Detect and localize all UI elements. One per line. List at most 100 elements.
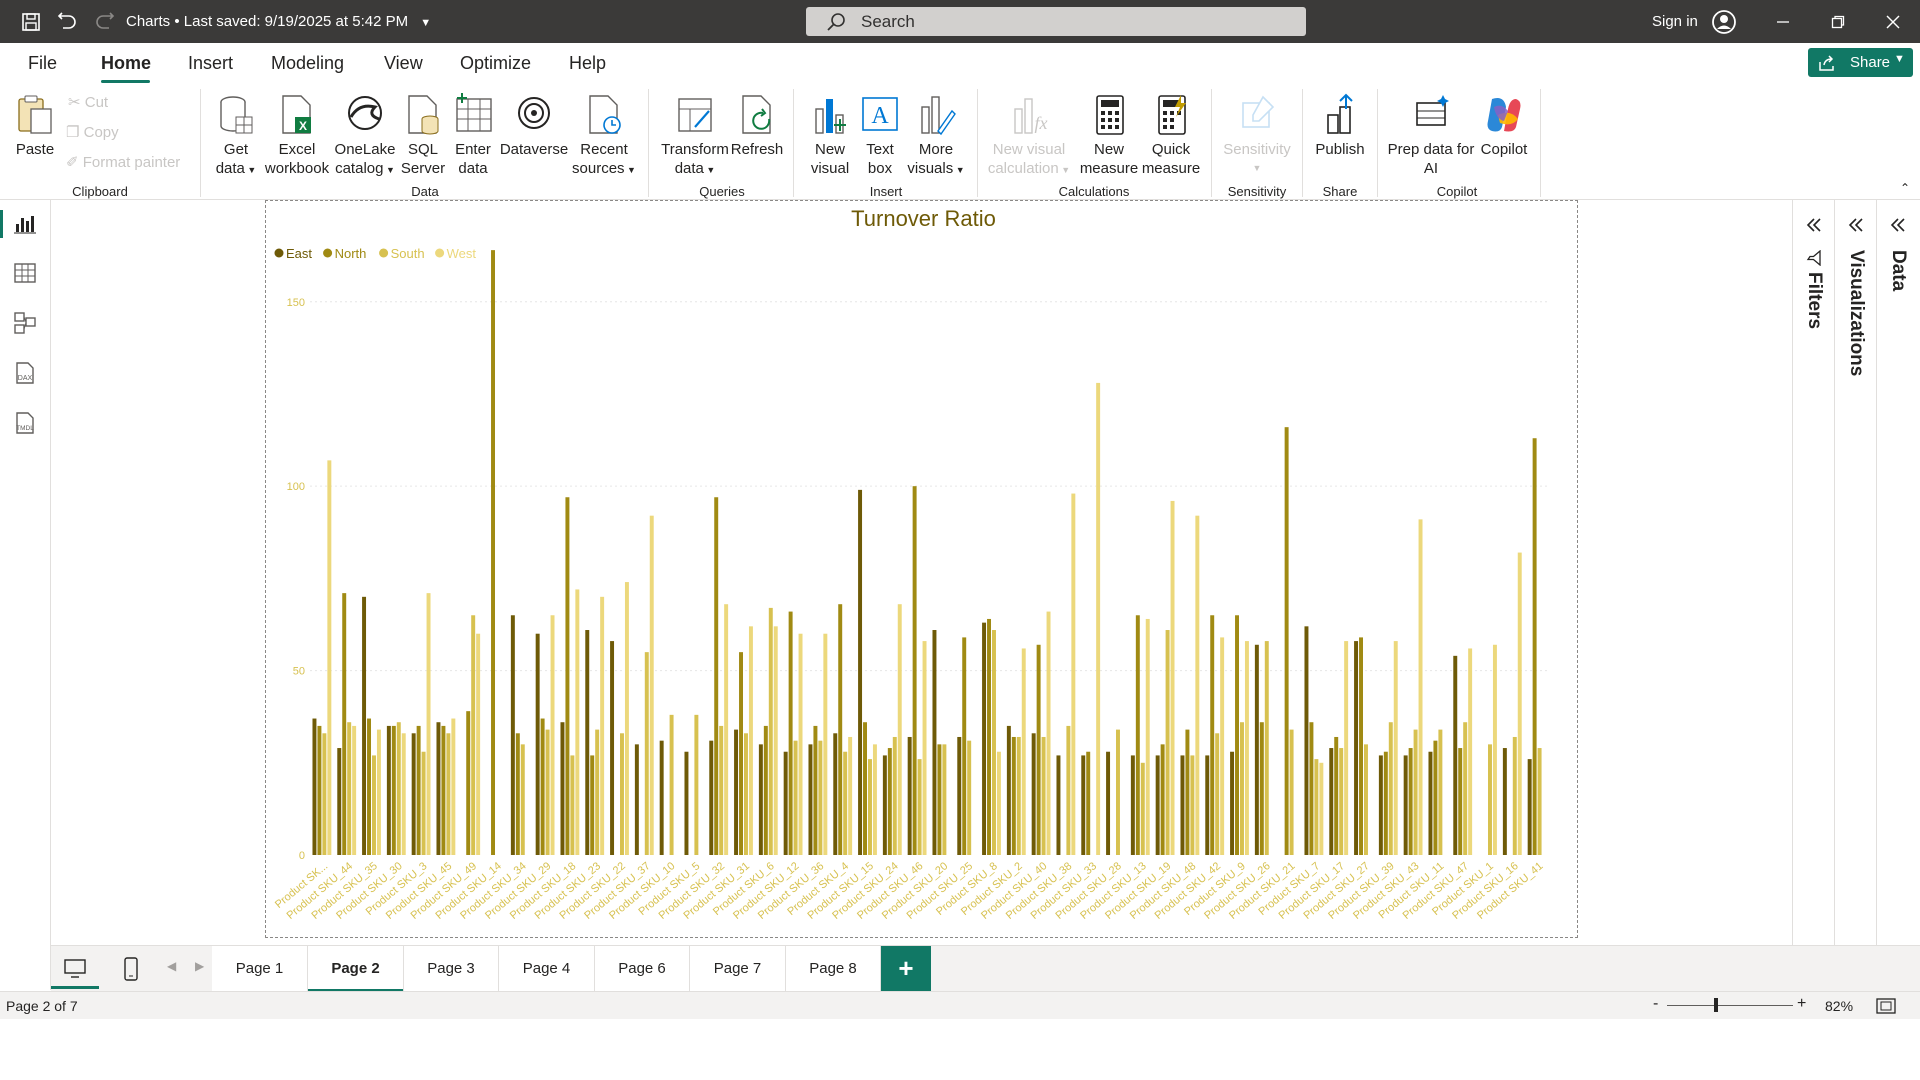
tmdl-view-icon[interactable]: TMDL <box>12 410 38 436</box>
zoom-slider-thumb[interactable] <box>1714 998 1718 1012</box>
chevron-down-icon[interactable]: ▼ <box>420 17 431 29</box>
undo-icon[interactable] <box>56 11 78 33</box>
page-tab-6[interactable]: Page 6 <box>595 946 690 992</box>
copy-button[interactable]: ❐ Copy <box>66 123 119 141</box>
recent-sources-button[interactable]: Recent sources ▼ <box>568 93 640 180</box>
new-measure-label-1: New <box>1093 141 1124 158</box>
zoom-out-icon[interactable]: - <box>1653 995 1658 1013</box>
page-tab-2[interactable]: Page 2 <box>308 946 404 992</box>
bar-east <box>709 740 714 855</box>
share-label: Share <box>1850 54 1891 71</box>
tab-insert[interactable]: Insert <box>188 53 233 74</box>
tab-modeling[interactable]: Modeling <box>271 53 344 74</box>
scroll-right-icon[interactable]: ▶ <box>195 959 204 973</box>
svg-text:TMDL: TMDL <box>16 425 34 432</box>
tab-file[interactable]: File <box>28 53 57 74</box>
enter-data-button[interactable]: Enter data <box>448 93 498 178</box>
page-tab-4[interactable]: Page 4 <box>499 946 595 992</box>
more-visuals-button[interactable]: More visuals ▼ <box>904 93 968 180</box>
fit-to-page-icon[interactable] <box>1876 998 1896 1014</box>
zoom-in-icon[interactable]: + <box>1797 995 1806 1013</box>
transform-label-2: data <box>674 160 704 177</box>
data-pane[interactable]: Data <box>1876 200 1920 945</box>
active-view-indicator <box>0 210 3 238</box>
bar-south <box>843 751 848 855</box>
minimize-button[interactable] <box>1760 0 1806 43</box>
more-visuals-label-1: More <box>918 141 954 158</box>
redo-icon[interactable] <box>94 11 116 33</box>
bar-north <box>739 652 743 855</box>
close-icon <box>1886 15 1900 28</box>
model-view-icon[interactable] <box>12 310 38 336</box>
bar-south <box>1215 733 1220 855</box>
visualizations-pane[interactable]: Visualizations <box>1834 200 1876 945</box>
bar-north <box>540 718 545 855</box>
save-icon[interactable] <box>20 11 42 33</box>
publish-button[interactable]: Publish <box>1310 93 1370 159</box>
quick-measure-button[interactable]: Quick measure <box>1140 93 1202 178</box>
page-tab-7[interactable]: Page 7 <box>690 946 786 992</box>
copilot-button[interactable]: Copilot <box>1476 93 1532 159</box>
prep-data-for-ai-button[interactable]: Prep data for AI <box>1386 93 1476 178</box>
page-tab-3[interactable]: Page 3 <box>404 946 499 992</box>
excel-workbook-button[interactable]: X Excel workbook <box>262 93 332 178</box>
bar-south <box>1264 641 1269 855</box>
transform-data-button[interactable]: Transform data ▼ <box>658 93 732 180</box>
visualizations-label: Visualizations <box>1846 250 1867 377</box>
bar-south <box>1339 748 1344 855</box>
new-visual-button[interactable]: New visual <box>805 93 855 178</box>
new-visual-calculation-button[interactable]: fx New visual calculation ▼ <box>986 93 1072 180</box>
bar-south <box>1512 736 1517 855</box>
expand-visualizations-icon[interactable] <box>1845 214 1867 236</box>
bar-west <box>748 626 753 855</box>
bar-south <box>1438 729 1443 855</box>
bar-east <box>783 751 788 855</box>
sign-in-link[interactable]: Sign in <box>1652 13 1698 30</box>
tab-optimize[interactable]: Optimize <box>460 53 531 74</box>
filters-pane[interactable]: Filters <box>1792 200 1834 945</box>
sensitivity-button[interactable]: Sensitivity ▼ <box>1218 93 1296 178</box>
bar-north <box>714 497 719 855</box>
sql-server-button[interactable]: SQL Server <box>398 93 448 178</box>
tab-view[interactable]: View <box>384 53 423 74</box>
account-icon[interactable] <box>1711 9 1737 35</box>
report-view-icon[interactable] <box>12 210 38 236</box>
refresh-button[interactable]: Refresh <box>730 93 784 159</box>
document-title[interactable]: Charts • Last saved: 9/19/2025 at 5:42 P… <box>126 13 431 30</box>
bar-south <box>620 733 624 855</box>
paste-button[interactable]: Paste <box>12 93 58 159</box>
page-tab-1[interactable]: Page 1 <box>212 946 308 992</box>
title-bar: Charts • Last saved: 9/19/2025 at 5:42 P… <box>0 0 1920 43</box>
expand-data-icon[interactable] <box>1887 214 1909 236</box>
restore-button[interactable] <box>1815 0 1861 43</box>
page-tab-bar: ◀ ▶ Page 1 Page 2 Page 3 Page 4 Page 6 P… <box>51 945 1920 992</box>
add-page-button[interactable]: + <box>881 946 931 992</box>
database-icon <box>220 96 253 134</box>
close-button[interactable] <box>1870 0 1916 43</box>
group-separator <box>793 89 794 197</box>
bar-west <box>1046 611 1051 855</box>
dataverse-button[interactable]: Dataverse <box>498 93 570 159</box>
new-measure-button[interactable]: New measure <box>1078 93 1140 178</box>
format-painter-button[interactable]: ✐ Format painter <box>66 153 180 171</box>
onelake-catalog-button[interactable]: OneLake catalog ▼ <box>332 93 398 180</box>
collapse-ribbon-icon[interactable]: ⌃ <box>1900 181 1910 195</box>
search-input[interactable]: Search <box>806 7 1306 36</box>
dax-query-view-icon[interactable]: DAX <box>12 360 38 386</box>
cut-label: Cut <box>84 94 109 111</box>
text-box-button[interactable]: A Text box <box>855 93 905 178</box>
tab-help[interactable]: Help <box>569 53 606 74</box>
table-view-icon[interactable] <box>12 260 38 286</box>
share-button[interactable]: Share ▼ <box>1808 48 1913 77</box>
zoom-slider[interactable] <box>1667 1005 1793 1006</box>
desktop-layout-icon[interactable] <box>63 958 87 980</box>
zoom-level[interactable]: 82% <box>1825 998 1853 1014</box>
new-visual-icon <box>815 99 846 134</box>
page-tab-8[interactable]: Page 8 <box>786 946 881 992</box>
tab-home[interactable]: Home <box>101 53 151 74</box>
cut-button[interactable]: ✂ Cut <box>68 93 108 111</box>
mobile-layout-icon[interactable] <box>123 957 139 981</box>
expand-filters-icon[interactable] <box>1803 214 1825 236</box>
scroll-left-icon[interactable]: ◀ <box>167 959 176 973</box>
get-data-button[interactable]: Get data ▼ <box>208 93 264 180</box>
